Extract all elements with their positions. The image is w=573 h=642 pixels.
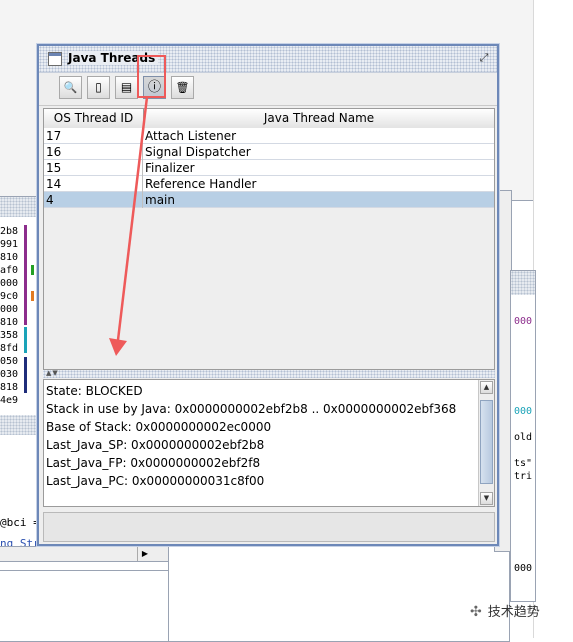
hex-value: 991 <box>0 239 19 250</box>
bottom-code-1: @bci = <box>0 516 40 529</box>
right-text-4: ts" <box>514 458 533 469</box>
left-bracket-green <box>31 265 34 275</box>
watermark-logo-icon: ✣ <box>470 604 482 620</box>
hex-value: 818 <box>0 382 19 393</box>
stack-icon: ▯ <box>95 80 102 94</box>
cell-java-thread-name: Reference Handler <box>145 177 257 191</box>
trash-icon: 🗑 <box>175 81 190 94</box>
watermark: ✣ 技术趋势 <box>470 601 540 620</box>
table-row[interactable]: 16 Signal Dispatcher <box>44 144 494 160</box>
cell-java-thread-name: main <box>145 193 175 207</box>
cell-os-thread-id: 4 <box>46 192 143 208</box>
status-bar <box>43 512 495 542</box>
scroll-thumb[interactable] <box>480 400 493 484</box>
java-threads-window: Java Threads ⤢ 🔍 ▯ ▤ ⓘ 🗑 OS Thread ID Ja… <box>37 44 499 546</box>
cell-java-thread-name: Attach Listener <box>145 129 237 143</box>
detail-line: State: BLOCKED <box>46 384 143 398</box>
column-header-java-thread-name[interactable]: Java Thread Name <box>144 109 494 128</box>
detail-line: Last_Java_SP: 0x0000000002ebf2b8 <box>46 438 265 452</box>
left-bracket-navy <box>24 357 27 393</box>
right-code-header <box>511 271 535 295</box>
toolbar: 🔍 ▯ ▤ ⓘ 🗑 <box>39 73 497 106</box>
stack-memory-button[interactable]: ▯ <box>87 76 110 99</box>
scroll-up-icon[interactable]: ▲ <box>480 381 493 394</box>
left-panel-header <box>0 197 42 217</box>
window-titlebar[interactable]: Java Threads ⤢ <box>39 46 497 73</box>
right-text-5: tri <box>514 471 533 482</box>
left-bracket-cyan <box>24 327 27 353</box>
hex-value: 8fd <box>0 343 19 354</box>
threads-table: OS Thread ID Java Thread Name 17 Attach L… <box>43 108 495 370</box>
table-row[interactable]: 15 Finalizer <box>44 160 494 176</box>
table-row[interactable]: 4 main <box>44 192 494 208</box>
hex-value: 810 <box>0 317 19 328</box>
detail-line: Last_Java_FP: 0x0000000002ebf2f8 <box>46 456 261 470</box>
hex-value: 000 <box>0 278 19 289</box>
right-text-1: 000 <box>514 316 533 327</box>
table-row[interactable]: 17 Attach Listener <box>44 128 494 144</box>
inspect-icon: 🔍 <box>63 81 78 94</box>
cell-os-thread-id: 15 <box>46 160 143 176</box>
hex-value: 358 <box>0 330 19 341</box>
hex-value: 000 <box>0 304 19 315</box>
right-text-2: 000 <box>514 406 533 417</box>
table-header: OS Thread ID Java Thread Name <box>44 109 494 129</box>
background-bottom-middle <box>168 546 510 642</box>
scroll-down-icon[interactable]: ▼ <box>480 492 493 505</box>
splitter-arrows-icon[interactable]: ▲▼ <box>46 369 59 377</box>
left-bracket-purple <box>24 225 27 325</box>
background-bottom-scroll[interactable]: ▶ <box>0 546 169 562</box>
annotation-highlight-box <box>137 55 166 98</box>
details-scrollbar[interactable]: ▲ ▼ <box>478 380 494 506</box>
memory-icon: ▤ <box>120 80 133 94</box>
watermark-text: 技术趋势 <box>487 605 540 620</box>
left-bracket-orange <box>31 291 34 301</box>
hex-value: af0 <box>0 265 19 276</box>
right-text-6: 000 <box>514 563 533 574</box>
background-right-code: 000 000 old ts" tri 000 <box>510 270 536 602</box>
cell-os-thread-id: 16 <box>46 144 143 160</box>
cell-java-thread-name: Signal Dispatcher <box>145 145 251 159</box>
window-icon <box>48 52 62 66</box>
show-stack-button[interactable]: ▤ <box>115 76 138 99</box>
cell-os-thread-id: 17 <box>46 128 143 144</box>
detail-line: Stack in use by Java: 0x0000000002ebf2b8… <box>46 402 457 416</box>
background-right-edge <box>533 0 573 638</box>
hex-value: 4e9 <box>0 395 19 406</box>
thread-details-pane: State: BLOCKED Stack in use by Java: 0x00… <box>43 379 495 507</box>
background-bottom-left-box <box>0 570 169 642</box>
hex-value: 050 <box>0 356 19 367</box>
left-panel-footer <box>0 415 42 435</box>
table-row[interactable]: 14 Reference Handler <box>44 176 494 192</box>
inspect-thread-button[interactable]: 🔍 <box>59 76 82 99</box>
maximize-icon[interactable]: ⤢ <box>477 51 491 65</box>
hex-value: 9c0 <box>0 291 19 302</box>
right-text-3: old <box>514 432 533 443</box>
scroll-right-arrow-icon[interactable]: ▶ <box>137 547 152 561</box>
split-pane-divider[interactable]: ▲▼ <box>43 369 495 378</box>
delete-button[interactable]: 🗑 <box>171 76 194 99</box>
cell-java-thread-name: Finalizer <box>145 161 195 175</box>
hex-value: 2b8 <box>0 226 19 237</box>
detail-line: Last_Java_PC: 0x00000000031c8f00 <box>46 474 265 488</box>
hex-value: 810 <box>0 252 19 263</box>
column-header-os-thread-id[interactable]: OS Thread ID <box>44 109 144 128</box>
cell-os-thread-id: 14 <box>46 176 143 192</box>
hex-value: 030 <box>0 369 19 380</box>
detail-line: Base of Stack: 0x0000000002ec0000 <box>46 420 272 434</box>
